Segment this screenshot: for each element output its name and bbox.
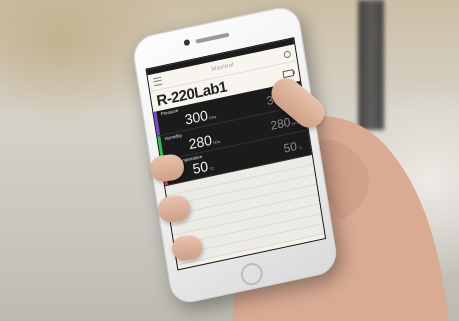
brand-logo: Maxitrol [211, 62, 235, 73]
reading-label: Pressure [160, 107, 179, 117]
home-button-icon[interactable] [239, 260, 265, 288]
front-camera-icon [183, 38, 191, 47]
reading-label: Humidity [164, 132, 183, 142]
photo-scene: Maxitrol R-220Lab1 Pressure 300hPa 300hP… [0, 0, 459, 321]
menu-icon[interactable] [153, 76, 163, 87]
settings-icon[interactable] [283, 49, 292, 59]
reading-value: 50°C [191, 157, 215, 178]
earpiece [195, 32, 230, 44]
reading-secondary-value: 50°C [282, 139, 303, 156]
battery-icon [282, 69, 295, 79]
reading-color-bar [153, 111, 161, 136]
